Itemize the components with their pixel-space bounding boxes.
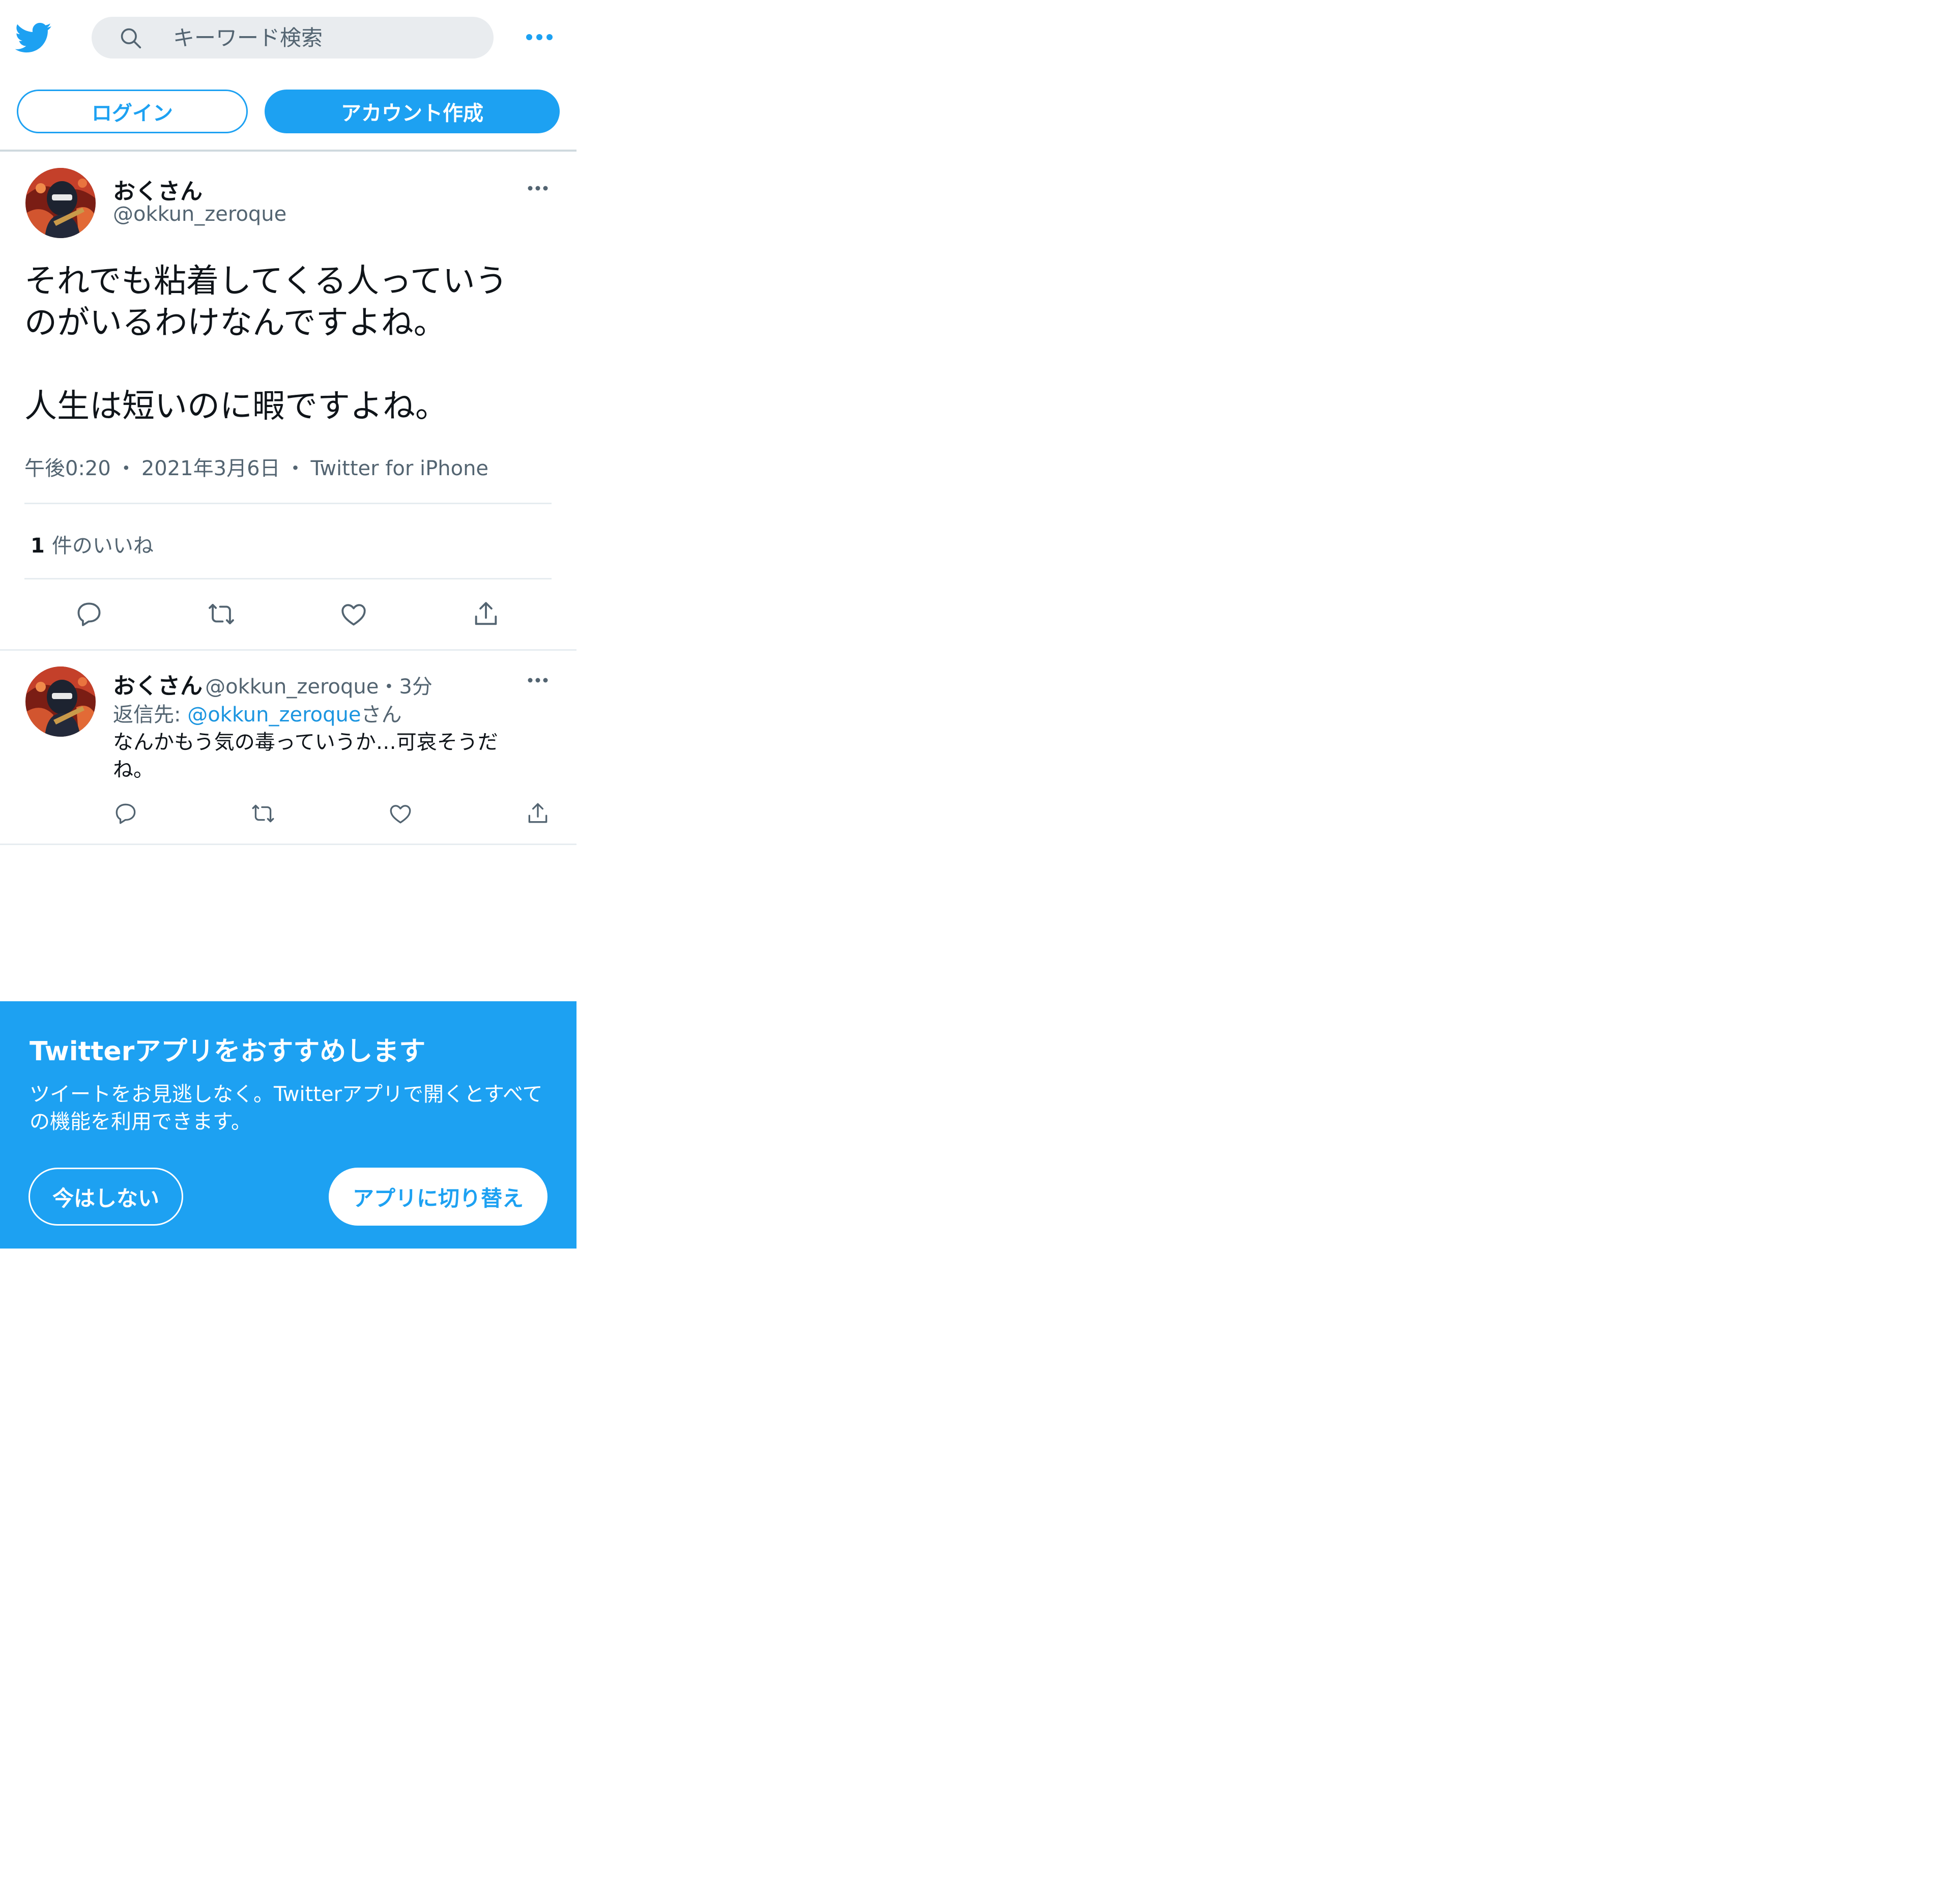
more-dots-icon[interactable] [522, 26, 557, 48]
banner-body: ツイートをお見逃しなく。Twitterアプリで開くとすべての機能を利用できます。 [30, 1083, 543, 1134]
signup-button[interactable]: アカウント作成 [265, 90, 560, 133]
avatar[interactable] [25, 168, 96, 238]
tweet-meta: 午後0:20 ・ 2021年3月6日・ Twitter for iPhone [24, 452, 488, 481]
reply-text: なんかもう気の毒っていうか…可哀そうだね。 [113, 731, 498, 781]
reply-icon[interactable] [113, 801, 138, 826]
retweet-icon[interactable] [207, 599, 236, 629]
tweet-text: それでも粘着してくる人っていう のがいるわけなんですよね。 人生は短いのに暇です… [24, 263, 508, 425]
reply-to: 返信先: @okkun_zeroqueさん [113, 698, 401, 728]
share-icon[interactable] [471, 599, 501, 629]
separator: ・ [379, 675, 399, 699]
likes-number: 1 [31, 534, 45, 558]
tweet-time[interactable]: 午後0:20 [24, 457, 111, 480]
twitter-bird-icon[interactable] [15, 19, 52, 56]
like-icon[interactable] [339, 599, 368, 629]
like-icon[interactable] [388, 801, 413, 826]
likes-count[interactable]: 1 件のいいね [31, 529, 154, 559]
more-dots-icon[interactable] [525, 673, 551, 688]
avatar[interactable] [25, 666, 96, 737]
search-box[interactable] [92, 17, 494, 59]
user-handle[interactable]: @okkun_zeroque [205, 675, 379, 699]
display-name[interactable]: おくさん [113, 173, 203, 206]
likes-label: 件のいいね [51, 534, 154, 558]
reply-to-suffix: さん [361, 703, 402, 727]
banner-title: Twitterアプリをおすすめします [30, 1036, 426, 1067]
tweet-date[interactable]: 2021年3月6日 [141, 457, 280, 480]
not-now-button[interactable]: 今はしない [28, 1168, 183, 1226]
reply-to-mention[interactable]: @okkun_zeroque [187, 703, 361, 727]
divider [24, 503, 552, 504]
reply-to-prefix: 返信先: [113, 703, 188, 727]
divider [0, 844, 577, 845]
search-icon [120, 27, 142, 49]
time-ago[interactable]: 3分 [399, 675, 432, 699]
reply-icon[interactable] [74, 599, 104, 629]
search-input[interactable] [173, 17, 478, 59]
retweet-icon[interactable] [250, 801, 276, 826]
twitter-mobile-page: ログイン アカウント作成 おくさん @okkun_zeroque それでも粘着し… [0, 0, 577, 1252]
login-button[interactable]: ログイン [17, 90, 248, 133]
divider [24, 578, 552, 579]
display-name[interactable]: おくさん [113, 673, 203, 699]
switch-to-app-button[interactable]: アプリに切り替え [329, 1168, 547, 1226]
tweet-source[interactable]: Twitter for iPhone [311, 457, 489, 480]
reply-header: おくさん @okkun_zeroque・3分 [113, 668, 433, 700]
divider [0, 150, 577, 152]
share-icon[interactable] [525, 801, 551, 826]
top-bar [0, 0, 577, 76]
separator: ・ [285, 457, 306, 480]
user-handle[interactable]: @okkun_zeroque [113, 202, 286, 226]
separator: ・ [116, 457, 136, 480]
divider [0, 649, 577, 651]
app-banner: Twitterアプリをおすすめします ツイートをお見逃しなく。Twitterアプ… [0, 1001, 577, 1249]
more-dots-icon[interactable] [525, 181, 551, 196]
